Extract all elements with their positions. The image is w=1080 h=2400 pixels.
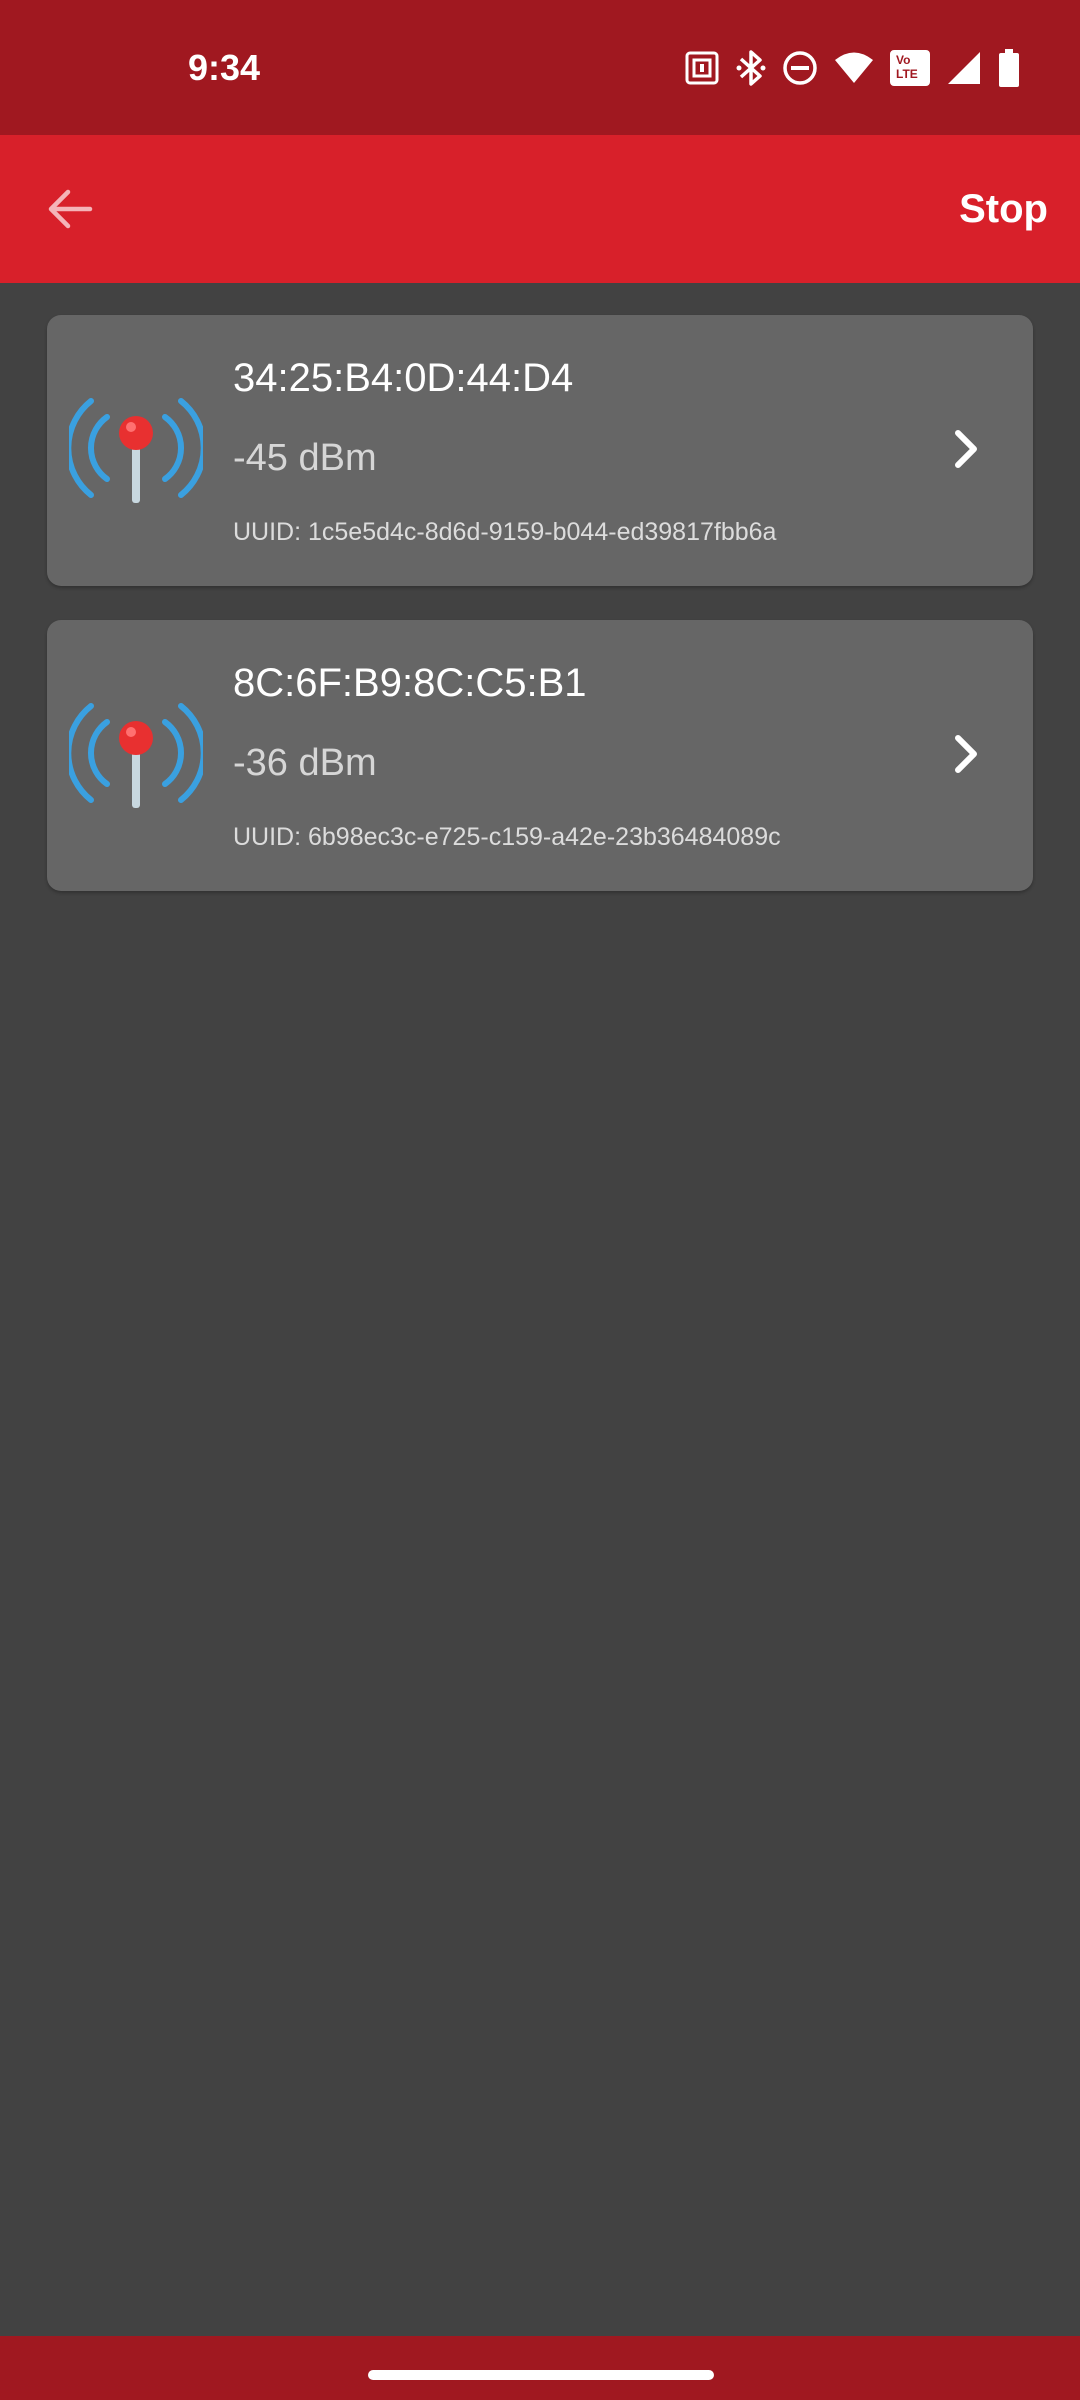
wifi-icon <box>835 52 873 83</box>
status-icons: Vo LTE <box>684 44 1020 92</box>
chevron-right-icon <box>955 430 977 468</box>
nfc-icon <box>685 51 719 85</box>
beacon-card[interactable]: 8C:6F:B9:8C:C5:B1 -36 dBm UUID: 6b98ec3c… <box>47 620 1033 891</box>
beacon-list: 34:25:B4:0D:44:D4 -45 dBm UUID: 1c5e5d4c… <box>47 315 1033 925</box>
home-indicator[interactable] <box>368 2370 714 2380</box>
beacon-rssi: -45 dBm <box>233 437 377 479</box>
do-not-disturb-icon <box>783 51 817 85</box>
status-time: 9:34 <box>188 47 261 88</box>
beacon-uuid: UUID: 1c5e5d4c-8d6d-9159-b044-ed39817fbb… <box>233 518 777 546</box>
volte-label-top: Vo <box>896 53 911 67</box>
beacon-card[interactable]: 34:25:B4:0D:44:D4 -45 dBm UUID: 1c5e5d4c… <box>47 315 1033 586</box>
chevron-right-icon <box>955 735 977 773</box>
beacon-rssi: -36 dBm <box>233 742 377 784</box>
stop-button[interactable]: Stop <box>959 175 1048 243</box>
beacon-address: 8C:6F:B9:8C:C5:B1 <box>233 661 587 705</box>
navigation-bar <box>0 2336 1080 2400</box>
beacon-address: 34:25:B4:0D:44:D4 <box>233 356 574 400</box>
back-button[interactable] <box>40 179 100 239</box>
bluetooth-icon <box>736 50 766 86</box>
volte-icon: Vo LTE <box>890 50 930 86</box>
beacon-uuid: UUID: 6b98ec3c-e725-c159-a42e-23b3648408… <box>233 823 781 851</box>
beacon-signal-icon <box>69 398 203 503</box>
cellular-signal-icon <box>948 52 980 84</box>
volte-label-bottom: LTE <box>896 67 918 81</box>
app-bar: Stop <box>0 135 1080 283</box>
battery-icon <box>999 49 1019 87</box>
status-bar: 9:34 Vo LTE <box>0 0 1080 135</box>
beacon-signal-icon <box>69 703 203 808</box>
arrow-left-icon <box>48 189 93 229</box>
